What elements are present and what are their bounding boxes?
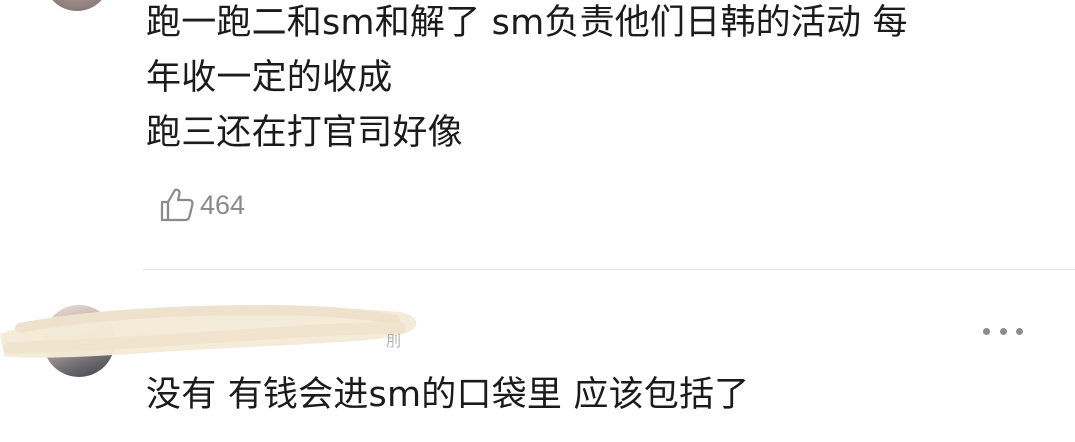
comment-line: 没有 有钱会进sm的口袋里 应该包括了	[146, 375, 750, 415]
thumbs-up-outline-icon	[160, 188, 194, 222]
redaction-overlay	[0, 304, 417, 358]
username-fragment: 刖	[386, 333, 402, 350]
more-horizontal-icon	[1016, 327, 1023, 335]
avatar[interactable]	[44, 0, 110, 11]
more-options-button[interactable]	[983, 322, 1023, 340]
more-horizontal-icon	[983, 327, 990, 335]
comment-line: 年收一定的收成	[146, 58, 393, 98]
comment-divider	[143, 269, 1075, 270]
like-button[interactable]: 464	[158, 185, 245, 225]
like-count: 464	[200, 189, 246, 220]
comment-body: 没有 有钱会进sm的口袋里 应该包括了	[146, 368, 749, 423]
comment-body: 跑一跑二和sm和解了 sm负责他们日韩的活动 每 年收一定的收成 跑三还在打官司…	[146, 0, 908, 161]
comment-line: 跑一跑二和sm和解了 sm负责他们日韩的活动 每	[146, 3, 908, 43]
comment-line: 跑三还在打官司好像	[146, 113, 463, 153]
more-horizontal-icon	[999, 327, 1007, 335]
